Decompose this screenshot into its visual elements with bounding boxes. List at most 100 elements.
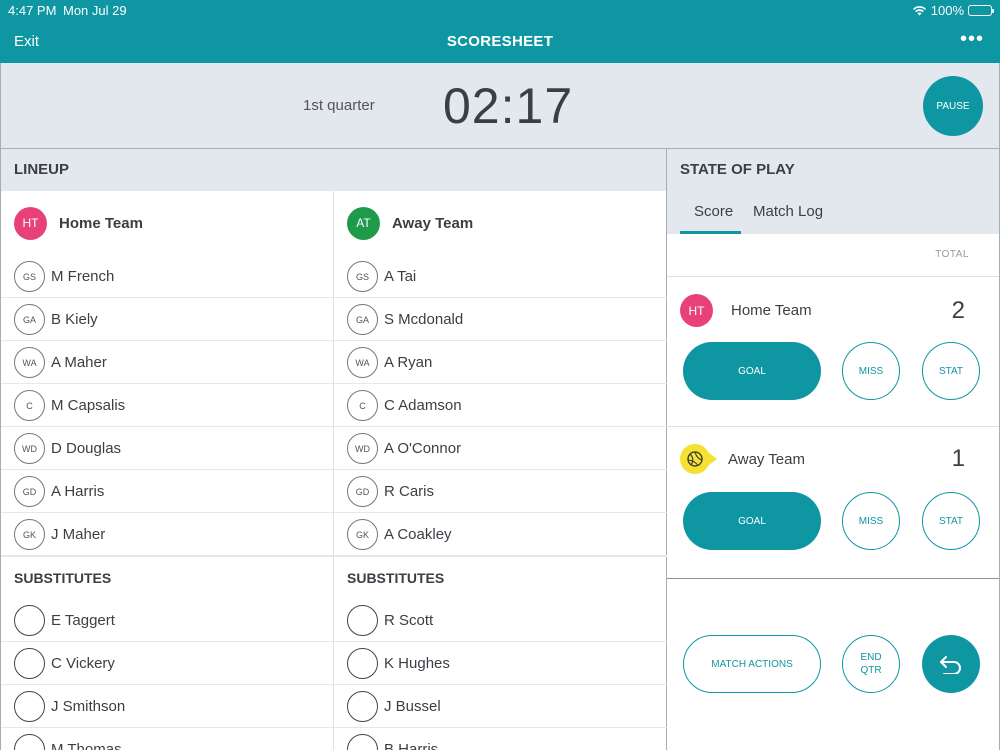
away-goal-button[interactable]: GOAL	[683, 492, 821, 550]
player-row[interactable]: GS A Tai	[334, 255, 667, 298]
player-row[interactable]: GK A Coakley	[334, 513, 667, 556]
battery-icon	[968, 5, 994, 16]
position-badge: GS	[347, 261, 378, 292]
away-team-badge: AT	[347, 206, 380, 240]
player-name: A Harris	[51, 483, 105, 500]
status-indicators: 100%	[912, 3, 994, 18]
empty-position-badge	[14, 734, 45, 750]
position-badge: C	[347, 390, 378, 421]
player-name: A Tai	[384, 268, 417, 285]
position-badge: GK	[347, 519, 378, 550]
player-row[interactable]: GA B Kiely	[1, 298, 333, 341]
substitute-row[interactable]: J Smithson	[1, 685, 333, 728]
undo-icon	[940, 656, 961, 674]
player-name: J Maher	[51, 526, 106, 543]
player-name: B Kiely	[51, 311, 98, 328]
substitute-row[interactable]: J Bussel	[334, 685, 667, 728]
battery-percent: 100%	[930, 3, 964, 18]
player-name: C Adamson	[384, 397, 462, 414]
player-row[interactable]: WA A Maher	[1, 341, 333, 384]
tab-match-log[interactable]: Match Log	[753, 203, 823, 220]
status-date: Mon Jul 29	[63, 3, 127, 18]
player-name: M Thomas	[51, 741, 122, 750]
position-badge: WD	[347, 433, 378, 464]
substitute-row[interactable]: E Taggert	[1, 599, 333, 642]
home-goal-button[interactable]: GOAL	[683, 342, 821, 400]
lineup-header: LINEUP	[1, 149, 666, 191]
total-column-label: TOTAL	[935, 249, 969, 260]
home-team-name: Home Team	[59, 214, 143, 232]
home-team-name: Home Team	[731, 302, 812, 319]
home-miss-button[interactable]: MISS	[842, 342, 900, 400]
home-team-header: HT Home Team	[1, 191, 333, 255]
substitute-row[interactable]: C Vickery	[1, 642, 333, 685]
player-row[interactable]: C C Adamson	[334, 384, 667, 427]
player-row[interactable]: WD A O'Connor	[334, 427, 667, 470]
away-team-name: Away Team	[392, 214, 474, 232]
substitute-row[interactable]: R Scott	[334, 599, 667, 642]
player-row[interactable]: C M Capsalis	[1, 384, 333, 427]
player-name: M Capsalis	[51, 397, 126, 414]
page-title: SCORESHEET	[446, 33, 554, 50]
wifi-icon	[912, 6, 926, 16]
end-quarter-label-line1: END	[860, 652, 882, 663]
substitute-row[interactable]: B Harris	[334, 728, 667, 750]
pause-button[interactable]: PAUSE	[923, 76, 983, 136]
player-name: A Maher	[51, 354, 107, 371]
position-badge: WA	[14, 347, 45, 378]
player-row[interactable]: WA A Ryan	[334, 341, 667, 384]
substitute-row[interactable]: M Thomas	[1, 728, 333, 750]
player-name: A Coakley	[384, 526, 452, 543]
player-row[interactable]: GD A Harris	[1, 470, 333, 513]
position-badge: C	[14, 390, 45, 421]
player-row[interactable]: GK J Maher	[1, 513, 333, 556]
position-badge: GK	[14, 519, 45, 550]
position-badge: WD	[14, 433, 45, 464]
empty-position-badge	[14, 648, 45, 679]
player-name: A O'Connor	[384, 440, 462, 457]
away-score-row: Away Team 1	[680, 444, 990, 474]
player-name: J Bussel	[384, 698, 441, 715]
position-badge: GA	[14, 304, 45, 335]
state-of-play-panel: STATE OF PLAY Score Match Log TOTAL HT H…	[667, 149, 1000, 750]
netball-icon	[680, 444, 717, 474]
home-stat-button[interactable]: STAT	[922, 342, 980, 400]
quarter-label: 1st quarter	[303, 97, 375, 114]
player-row[interactable]: GD R Caris	[334, 470, 667, 513]
divider	[667, 276, 999, 277]
player-row[interactable]: GS M French	[1, 255, 333, 298]
end-quarter-button[interactable]: END QTR	[842, 635, 900, 693]
home-score-total: 2	[951, 296, 965, 324]
tab-score[interactable]: Score	[694, 203, 733, 220]
home-team-column: HT Home Team GS M French GA B Kiely WA A Ma…	[1, 191, 334, 750]
empty-position-badge	[347, 648, 378, 679]
undo-button[interactable]	[922, 635, 980, 693]
away-score-total: 1	[951, 445, 965, 472]
empty-position-badge	[347, 734, 378, 750]
state-of-play-header: STATE OF PLAY	[667, 149, 999, 191]
player-name: S Mcdonald	[384, 311, 464, 328]
position-badge: GD	[14, 476, 45, 507]
home-substitutes-header: SUBSTITUTES	[1, 556, 333, 599]
home-team-badge: HT	[680, 294, 713, 327]
empty-position-badge	[347, 691, 378, 722]
position-badge: GS	[14, 261, 45, 292]
away-stat-button[interactable]: STAT	[922, 492, 980, 550]
substitute-row[interactable]: K Hughes	[334, 642, 667, 685]
more-options-icon[interactable]: •••	[960, 28, 984, 51]
player-name: E Taggert	[51, 612, 115, 629]
empty-position-badge	[14, 691, 45, 722]
position-badge: GA	[347, 304, 378, 335]
netball-icon-glyph	[687, 451, 703, 467]
position-badge: GD	[347, 476, 378, 507]
away-team-header: AT Away Team	[334, 191, 667, 255]
empty-position-badge	[347, 605, 378, 636]
match-actions-button[interactable]: MATCH ACTIONS	[683, 635, 821, 693]
status-time: 4:47 PM	[8, 3, 57, 18]
away-miss-button[interactable]: MISS	[842, 492, 900, 550]
player-name: R Scott	[384, 612, 434, 629]
player-name: K Hughes	[384, 655, 450, 672]
player-row[interactable]: GA S Mcdonald	[334, 298, 667, 341]
away-team-name: Away Team	[728, 450, 805, 468]
player-row[interactable]: WD D Douglas	[1, 427, 333, 470]
